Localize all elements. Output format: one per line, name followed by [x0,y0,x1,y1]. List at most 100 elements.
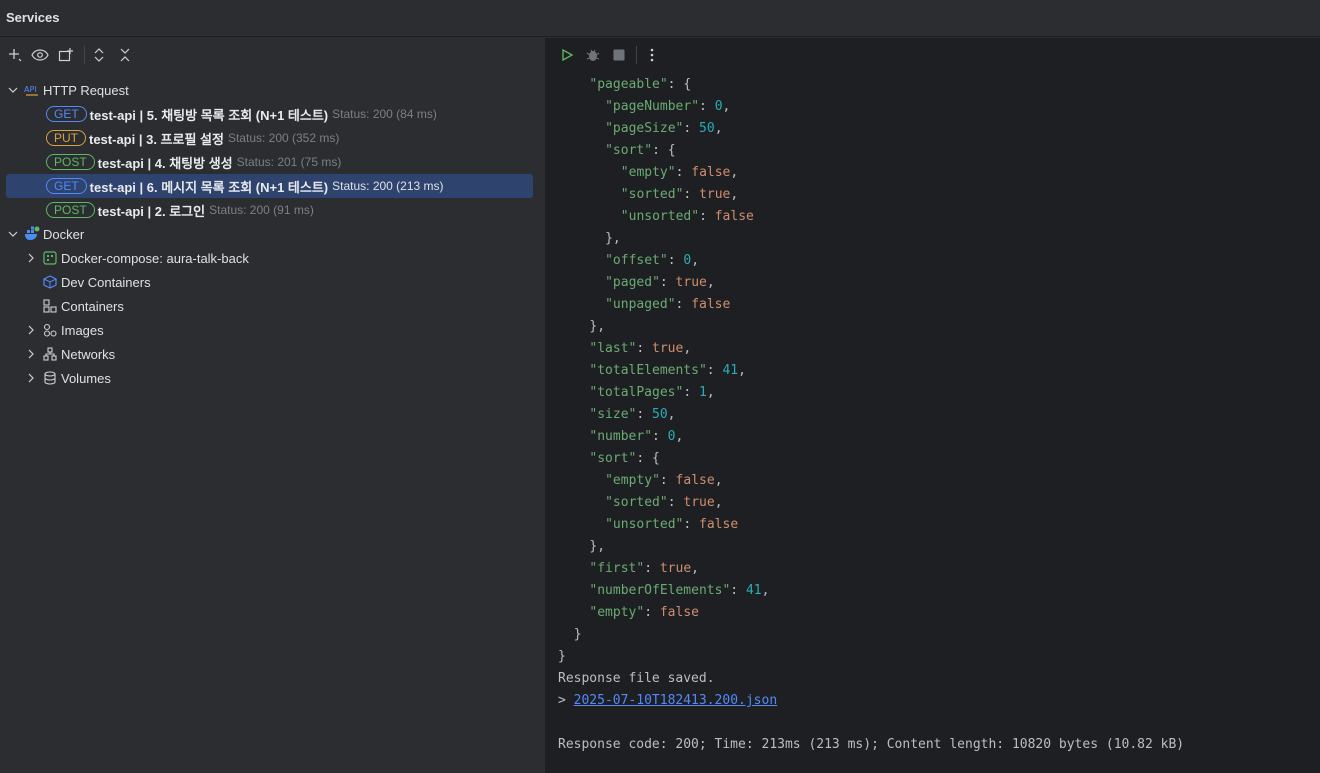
json-brace: }, [605,231,621,246]
json-line: } [558,646,566,668]
chevron-right-icon[interactable] [24,251,38,265]
response-saved-text: Response file saved. [558,671,715,686]
json-key: empty [612,473,653,488]
tree-group-label: Docker [43,226,85,242]
json-key: size [597,407,629,422]
json-colon: : [683,187,700,202]
docker-item-label: Dev Containers [61,274,151,290]
json-quote: " [636,561,645,576]
chevron-right-icon[interactable] [24,371,38,385]
title-bar: Services [0,0,1320,37]
json-key: pageNumber [612,99,692,114]
json-quote: " [620,165,629,180]
images-icon [42,322,58,338]
api-icon: API [24,82,40,98]
http-method-badge: PUT [46,130,86,146]
request-name: test-api | 4. 채팅방 생성 [97,155,233,171]
json-line: "sorted": true, [605,492,722,514]
tree-group-docker[interactable]: Docker [6,222,533,246]
http-request-item[interactable]: GET test-api | 6. 메시지 목록 조회 (N+1 테스트) Stat… [6,174,533,198]
docker-tree-item[interactable]: Networks [24,342,533,366]
json-line: } [574,624,582,646]
json-quote: " [652,473,660,488]
json-line: }, [589,536,605,558]
json-number: 0 [714,99,723,114]
request-status: Status: 200 (352 ms) [227,131,340,145]
request-status: Status: 200 (84 ms) [332,107,437,121]
http-request-item[interactable]: PUT test-api | 3. 프로필 설정 Status: 200 (352 … [6,126,533,150]
docker-tree-item[interactable]: Volumes [24,366,533,390]
json-comma: , [761,583,770,598]
json-comma: , [675,429,684,444]
json-key: sort [597,451,629,466]
json-comma: , [706,275,715,290]
new-tab-icon[interactable] [56,45,76,65]
json-boolean: false [691,297,731,312]
json-colon: : [699,209,715,224]
response-file-link[interactable]: 2025-07-10T182413.200.json [574,693,778,708]
http-request-item[interactable]: POST test-api | 4. 채팅방 생성 Status: 201 (75 … [6,150,533,174]
docker-tree-item[interactable]: Containers [24,294,533,318]
chevron-right-icon[interactable] [24,347,38,361]
stop-icon[interactable] [609,45,629,65]
json-colon: : [675,165,692,180]
json-line: "empty": false, [621,162,738,184]
json-line: "paged": true, [605,272,715,294]
debug-icon[interactable] [583,45,603,65]
http-request-item[interactable]: GET test-api | 5. 채팅방 목록 조회 (N+1 테스트) Stat… [6,102,533,126]
more-options-icon[interactable] [642,45,662,65]
json-quote: " [644,143,653,158]
json-colon: : [652,429,668,444]
json-key: unpaged [612,297,668,312]
json-comma: , [667,407,676,422]
json-line: "pageNumber": 0, [605,96,730,118]
docker-compose-icon [42,250,58,266]
chevron-down-icon[interactable] [6,83,20,97]
add-service-icon[interactable] [5,45,25,65]
tree-group-http-request[interactable]: API HTTP Request [6,78,533,102]
http-request-item[interactable]: POST test-api | 2. 로그인 Status: 200 (91 ms) [6,198,533,222]
json-quote: " [605,253,613,268]
docker-tree-item[interactable]: Docker-compose: aura-talk-back [24,246,533,270]
json-boolean: true [652,341,684,356]
json-key: unsorted [628,209,692,224]
docker-item-label: Docker-compose: aura-talk-back [61,250,249,266]
containers-icon [42,298,58,314]
json-brace: } [558,649,566,664]
expand-all-icon[interactable] [89,45,109,65]
json-quote: " [659,77,668,92]
run-icon[interactable] [557,45,577,65]
json-colon: : [667,495,684,510]
json-brace: { [667,143,676,158]
json-colon: : [644,561,660,576]
chevron-down-icon[interactable] [6,227,20,241]
json-colon: : [730,583,746,598]
json-comma: , [714,473,723,488]
json-key: paged [612,275,653,290]
json-key: pageable [597,77,660,92]
volumes-icon [42,370,58,386]
json-brace: { [652,451,660,466]
json-number: 50 [652,407,668,422]
json-line: "sorted": true, [621,184,738,206]
docker-tree-item[interactable]: Dev Containers [24,270,533,294]
json-boolean: true [683,495,715,510]
json-key: number [597,429,645,444]
eye-icon[interactable] [30,45,50,65]
json-line: "totalPages": 1, [589,382,714,404]
docker-tree-item[interactable]: Images [24,318,533,342]
json-colon: : [699,99,715,114]
json-quote: " [605,297,613,312]
json-comma: , [714,495,723,510]
json-colon: : [667,253,684,268]
json-brace: }, [589,539,606,554]
response-toolbar [546,38,1320,72]
json-comma: , [738,363,746,378]
json-quote: " [605,99,613,114]
json-line: "empty": false, [605,470,722,492]
collapse-all-icon[interactable] [115,45,135,65]
json-line: "size": 50, [589,404,675,426]
json-colon: : [636,407,653,422]
chevron-right-icon[interactable] [24,323,38,337]
